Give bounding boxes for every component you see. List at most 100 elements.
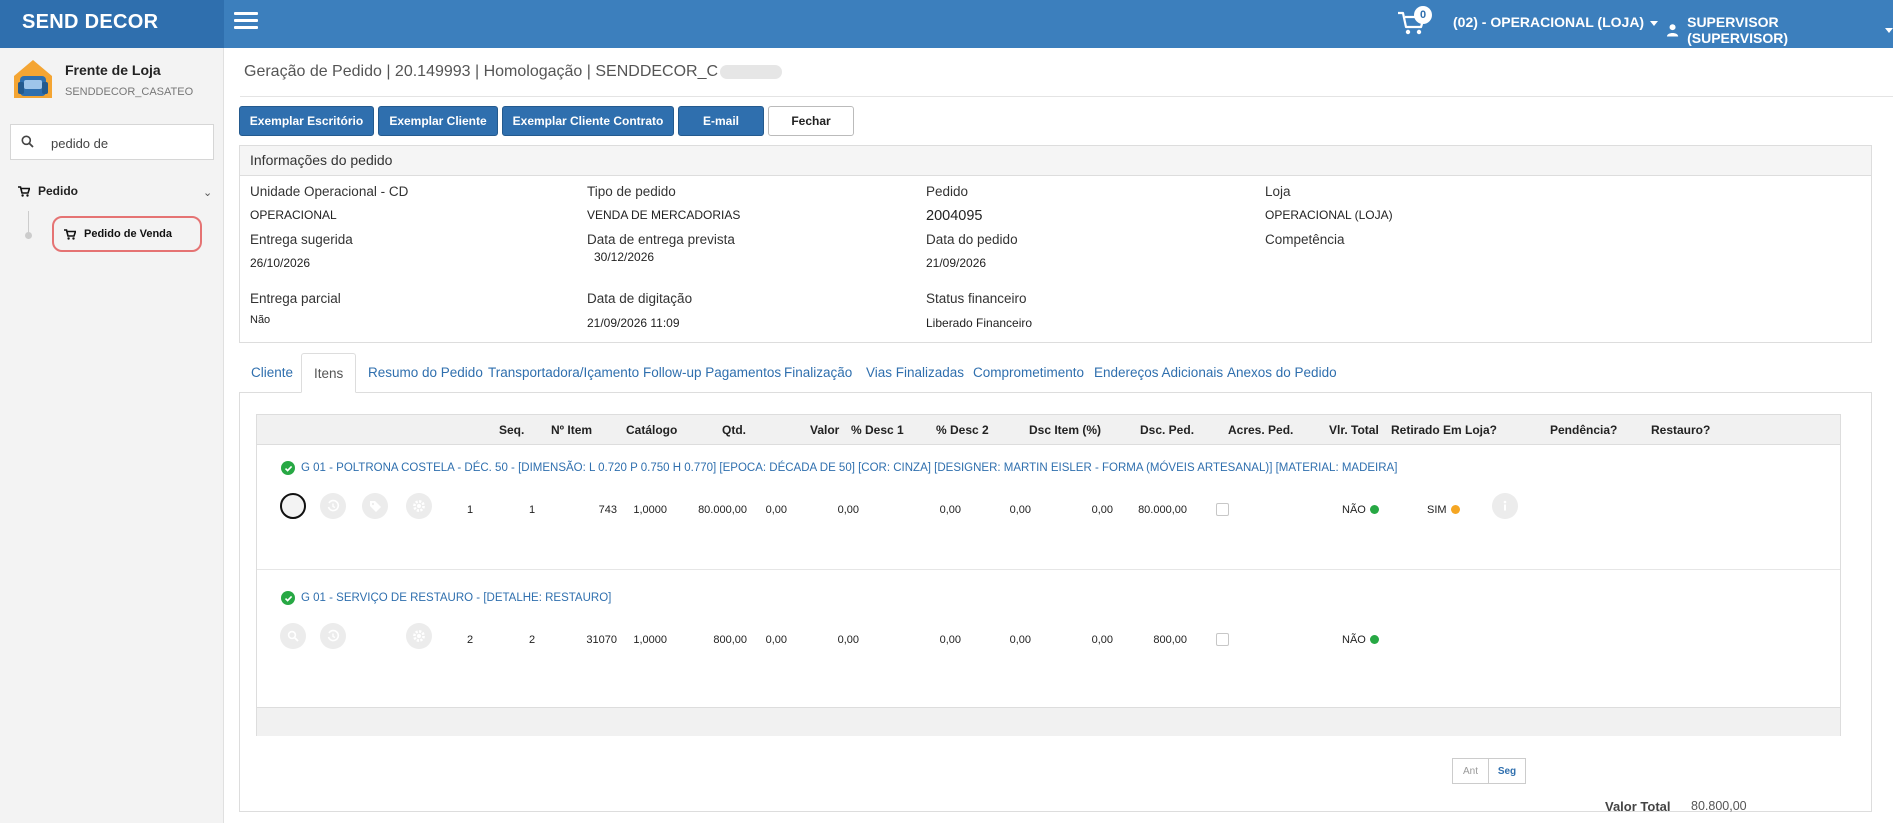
order-date-label: Data do pedido: [926, 232, 1018, 247]
history-icon[interactable]: [320, 623, 346, 649]
tab-anexos-do-pedido[interactable]: Anexos do Pedido: [1215, 353, 1349, 393]
item-description-text: G 01 - POLTRONA COSTELA - DÉC. 50 - [DIM…: [301, 462, 1398, 474]
pickup-checkbox[interactable]: [1216, 503, 1229, 516]
client-copy-button[interactable]: Exemplar Cliente: [378, 106, 498, 136]
col-total: Vlr. Total: [1329, 423, 1379, 437]
col-pickup: Retirado Em Loja?: [1391, 423, 1498, 437]
tab-enderecos-adicionais[interactable]: Endereços Adicionais: [1082, 353, 1235, 393]
order-disc-cell: 0,00: [1009, 504, 1031, 516]
col-disc2: % Desc 2: [936, 423, 989, 437]
row-divider: [257, 569, 1840, 570]
expected-delivery-value: 30/12/2026: [594, 250, 655, 264]
info-icon[interactable]: [1492, 493, 1518, 519]
status-dot-green: [1369, 505, 1379, 514]
expected-delivery-label: Data de entrega prevista: [587, 232, 735, 247]
tab-comprometimento[interactable]: Comprometimento: [961, 353, 1096, 393]
chevron-down-icon[interactable]: ⌄: [203, 186, 212, 199]
partial-delivery-label: Entrega parcial: [250, 291, 341, 306]
order-type-label: Tipo de pedido: [587, 184, 676, 199]
competence-label: Competência: [1265, 232, 1345, 247]
menu-toggle-icon[interactable]: [234, 12, 258, 30]
divider: [240, 96, 1893, 97]
user-menu[interactable]: SUPERVISOR (SUPERVISOR): [1666, 14, 1893, 46]
order-info-panel: Informações do pedido Unidade Operaciona…: [239, 145, 1872, 343]
pending-cell: NÃO: [1342, 504, 1379, 516]
col-order-disc: Dsc. Ped.: [1140, 423, 1195, 437]
unit-selector[interactable]: (02) - OPERACIONAL (LOJA): [1453, 14, 1659, 30]
redacted-text: [720, 64, 783, 79]
table-footer: [257, 707, 1840, 736]
tab-transportadora[interactable]: Transportadora/Içamento: [476, 353, 651, 393]
tab-cliente[interactable]: Cliente: [239, 353, 305, 393]
col-pending: Pendência?: [1550, 423, 1618, 437]
store-logo-icon: [14, 60, 52, 98]
pending-text: NÃO: [1342, 634, 1366, 646]
prev-page-button[interactable]: Ant: [1452, 758, 1489, 784]
item-description: G 01 - POLTRONA COSTELA - DÉC. 50 - [DIM…: [281, 461, 1397, 475]
store-value: OPERACIONAL (LOJA): [1265, 208, 1393, 222]
financial-status-label: Status financeiro: [926, 291, 1027, 306]
office-copy-button[interactable]: Exemplar Escritório: [239, 106, 374, 136]
order-date-value: 21/09/2026: [926, 256, 987, 270]
item-disc-cell: 0,00: [939, 504, 961, 516]
menu-search-input[interactable]: [51, 132, 201, 154]
check-circle-icon: [281, 591, 295, 605]
tab-vias-finalizadas[interactable]: Vias Finalizadas: [854, 353, 976, 393]
typing-date-label: Data de digitação: [587, 291, 693, 306]
close-button[interactable]: Fechar: [768, 106, 854, 136]
breadcrumb-text: Geração de Pedido | 20.149993 | Homologa…: [244, 63, 719, 80]
gear-icon[interactable]: [406, 493, 432, 519]
item-description-text: G 01 - SERVIÇO DE RESTAURO - [DETALHE: R…: [301, 592, 612, 604]
pending-text: NÃO: [1342, 504, 1366, 516]
disc2-cell: 0,00: [837, 504, 859, 516]
financial-status-value: Liberado Financeiro: [926, 316, 1033, 330]
tag-icon[interactable]: [362, 493, 388, 519]
breadcrumb: Geração de Pedido | 20.149993 | Homologa…: [244, 63, 783, 81]
order-number-value: 2004095: [926, 208, 983, 224]
menu-item-label: Pedido de Venda: [84, 228, 173, 240]
restore-cell: SIM: [1427, 504, 1460, 516]
col-value: Valor: [810, 423, 840, 437]
col-catalog: Catálogo: [626, 423, 678, 437]
seq-cell: 2: [466, 634, 474, 646]
menu-item-pedido-de-venda[interactable]: Pedido de Venda: [52, 216, 202, 252]
total-cell: 800,00: [1153, 634, 1187, 646]
brand-logo[interactable]: SEND DECOR: [0, 0, 224, 48]
search-action-icon[interactable]: [280, 493, 306, 519]
cart-icon: [64, 228, 76, 240]
email-button[interactable]: E-mail: [678, 106, 764, 136]
unit-value: OPERACIONAL: [250, 208, 337, 222]
gear-icon[interactable]: [406, 623, 432, 649]
typing-date-value: 21/09/2026 11:09: [587, 316, 680, 330]
seq-cell: 1: [466, 504, 474, 516]
col-item-disc: Dsc Item (%): [1029, 423, 1102, 437]
col-order-add: Acres. Ped.: [1228, 423, 1294, 437]
next-page-button[interactable]: Seg: [1488, 758, 1526, 784]
store-code: SENDDECOR_CASATEO: [65, 86, 194, 98]
pending-cell: NÃO: [1342, 634, 1379, 646]
suggested-delivery-label: Entrega sugerida: [250, 232, 353, 247]
search-icon[interactable]: [280, 623, 306, 649]
cart-icon: [18, 185, 30, 197]
menu-group-pedido[interactable]: Pedido: [18, 184, 78, 198]
menu-group-label: Pedido: [38, 184, 79, 198]
order-disc-cell: 0,00: [1009, 634, 1031, 646]
check-circle-icon: [281, 461, 295, 475]
suggested-delivery-value: 26/10/2026: [250, 256, 311, 270]
total-label: Valor Total: [1605, 799, 1671, 814]
contract-copy-button[interactable]: Exemplar Cliente Contrato: [502, 106, 674, 136]
main-content: Geração de Pedido | 20.149993 | Homologa…: [224, 48, 1893, 823]
item-disc-cell: 0,00: [939, 634, 961, 646]
menu-search-box[interactable]: [10, 124, 214, 160]
unit-label: Unidade Operacional - CD: [250, 184, 409, 199]
tab-follow-up-pagamentos[interactable]: Follow-up Pagamentos: [631, 353, 793, 393]
tab-finalizacao[interactable]: Finalização: [772, 353, 864, 393]
pickup-checkbox[interactable]: [1216, 633, 1229, 646]
caret-down-icon: [1650, 20, 1659, 26]
history-icon[interactable]: [320, 493, 346, 519]
user-icon: [1666, 24, 1679, 37]
disc1-cell: 0,00: [765, 634, 787, 646]
tab-resumo-do-pedido[interactable]: Resumo do Pedido: [356, 353, 495, 393]
order-number-label: Pedido: [926, 184, 969, 199]
tab-itens[interactable]: Itens: [301, 353, 357, 393]
